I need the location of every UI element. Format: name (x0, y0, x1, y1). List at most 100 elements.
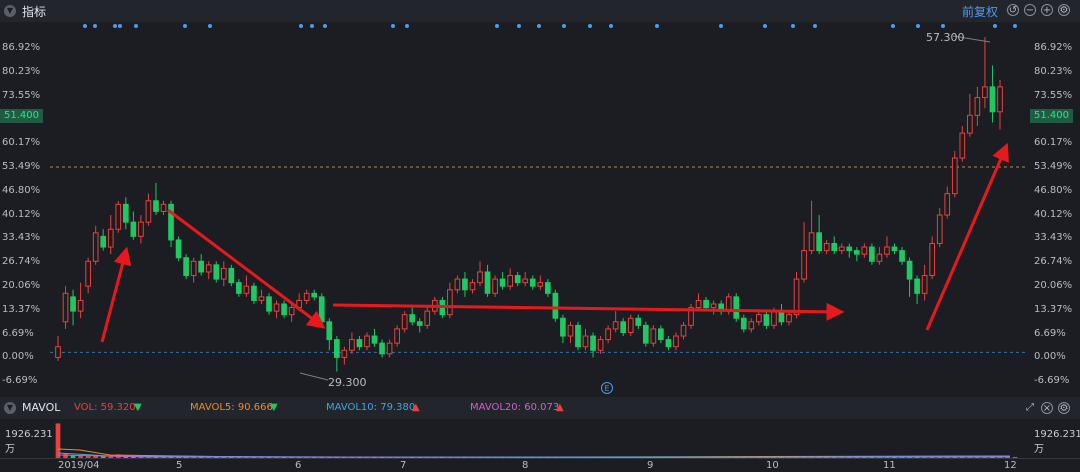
adjust-mode-button[interactable]: 前复权 (962, 3, 998, 20)
sub-indicator-name[interactable]: MAVOL (22, 401, 60, 414)
candle-body (333, 339, 340, 358)
event-dot (134, 24, 138, 28)
candle-body (424, 310, 431, 326)
candle-body (665, 339, 672, 348)
candle-body (288, 307, 295, 316)
event-badge[interactable]: E (601, 382, 613, 394)
time-axis-label: 8 (522, 460, 529, 471)
candlestick-chart[interactable] (50, 22, 1026, 396)
candle-body (213, 264, 220, 280)
candle-body (831, 242, 838, 252)
candle-body (823, 242, 830, 252)
candle-body (853, 250, 860, 255)
candle-body (122, 203, 129, 223)
candle-body (115, 203, 122, 230)
candle-body (77, 299, 84, 312)
price-axis-label: 80.23% (1034, 65, 1073, 77)
indicator-title: 指标 (22, 5, 47, 19)
candle-body (273, 303, 280, 312)
collapse-volume-icon[interactable]: ▼ (4, 402, 16, 414)
candle-body (153, 200, 159, 212)
price-axis-label: 80.23% (2, 65, 41, 77)
candle-body (62, 292, 69, 323)
price-axis-label: 86.92% (1034, 42, 1073, 53)
candle-body (198, 260, 205, 273)
event-dot (588, 24, 592, 28)
candle-body (326, 321, 333, 341)
price-axis-label: 6.69% (2, 327, 34, 339)
candle-body (100, 235, 107, 248)
price-axis-label: 13.37% (1034, 303, 1073, 315)
vol-value: VOL: 59.320 (74, 402, 136, 413)
zoom-out-icon[interactable]: − (1024, 4, 1036, 16)
event-dot (537, 24, 541, 28)
candle-body (951, 157, 958, 195)
mavol5-line (57, 448, 1011, 458)
candle-body (861, 246, 868, 255)
zoom-in-icon[interactable]: + (1041, 4, 1053, 16)
price-axis-label: 73.55% (2, 89, 41, 101)
event-dot (941, 24, 945, 28)
price-axis-label: 0.00% (2, 351, 34, 363)
price-axis-label: 26.74% (1034, 256, 1073, 268)
candle-body (228, 267, 235, 284)
candle-body (469, 282, 476, 291)
candle-body (575, 324, 581, 348)
volume-axis-unit-right: 万 (1034, 444, 1044, 455)
candles (55, 35, 1003, 381)
candle-body (627, 317, 634, 333)
candle-body (484, 271, 491, 294)
undo-icon[interactable]: ↺ (1007, 4, 1019, 16)
volume-chart[interactable] (50, 419, 1026, 459)
candle-body (537, 282, 544, 287)
event-dot (391, 24, 395, 28)
mavol20-up-icon: ▲ (556, 402, 564, 413)
price-axis-label: 26.74% (2, 256, 41, 268)
candle-body (379, 342, 385, 355)
candle-body (552, 292, 559, 319)
candle-body (748, 321, 755, 330)
candle-body (635, 317, 642, 326)
candle-body (899, 250, 905, 262)
candle-body (462, 278, 468, 291)
candle-body (967, 114, 973, 134)
event-dot (299, 24, 303, 28)
candle-body (447, 289, 453, 316)
expand-icon[interactable]: ⤢ (1024, 402, 1036, 414)
collapse-icon[interactable]: ▼ (4, 5, 16, 17)
candle-body (183, 257, 189, 277)
candle-body (876, 253, 883, 262)
price-axis-label: 60.17% (1034, 137, 1073, 149)
event-dot (813, 24, 817, 28)
panel-settings-icon[interactable]: ⚙ (1058, 402, 1070, 414)
low-price-label: 29.300 (328, 376, 367, 389)
candle-body (281, 303, 287, 316)
candle-body (733, 296, 740, 319)
candle-body (771, 310, 777, 326)
event-dot (1013, 24, 1017, 28)
mavol10-line (57, 452, 1011, 458)
candle-body (205, 264, 212, 273)
time-axis-label: 11 (883, 460, 896, 471)
candle-body (786, 314, 792, 323)
price-axis-label: 46.80% (2, 184, 41, 196)
candle-body (92, 232, 99, 262)
candle-body (303, 292, 310, 301)
price-axis-label: 6.69% (1034, 327, 1066, 339)
time-axis-label: 5 (176, 460, 183, 471)
candle-body (763, 314, 770, 326)
close-panel-icon[interactable]: × (1041, 402, 1053, 414)
candle-body (318, 296, 325, 323)
candle-body (394, 328, 400, 344)
candle-body (220, 267, 227, 280)
candle-body (311, 292, 318, 298)
current-price-tag-left: 51.400 (0, 109, 43, 123)
settings-icon[interactable]: ⚙ (1058, 4, 1070, 16)
candle-body (929, 242, 936, 277)
event-dot (208, 24, 212, 28)
price-axis-label: 0.00% (1034, 351, 1066, 363)
candle-body (642, 324, 649, 344)
candle-body (107, 228, 114, 248)
price-axis-label: -6.69% (1034, 375, 1070, 387)
candle-body (974, 97, 981, 116)
